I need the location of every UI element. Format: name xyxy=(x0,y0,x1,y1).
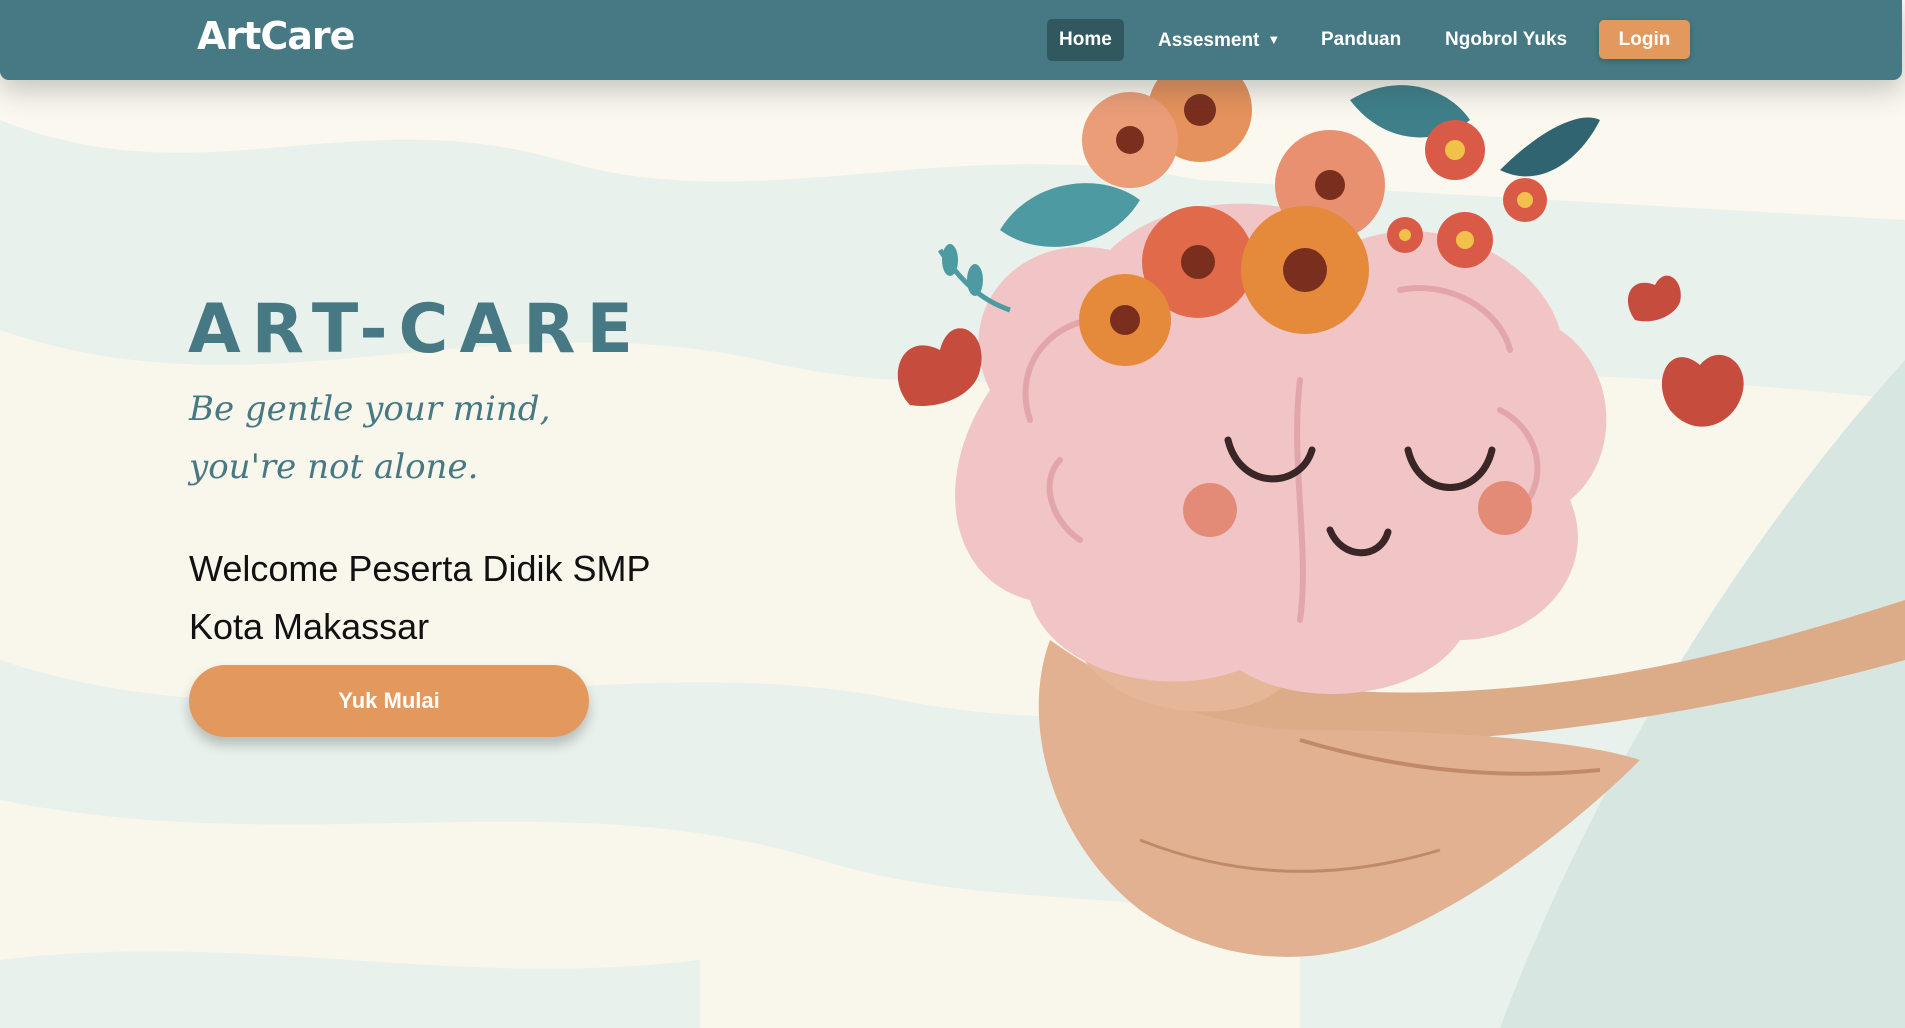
nav-home[interactable]: Home xyxy=(1047,19,1124,61)
nav-assessment-dropdown[interactable]: Assesment ▼ xyxy=(1146,19,1292,61)
welcome-text: Welcome Peserta Didik SMP Kota Makassar xyxy=(189,540,650,656)
nav-panduan[interactable]: Panduan xyxy=(1309,19,1413,61)
tagline-line-1: Be gentle your mind, xyxy=(189,389,551,429)
hero-tagline: Be gentle your mind, you're not alone. xyxy=(189,380,550,496)
nav-ngobrol-yuks[interactable]: Ngobrol Yuks xyxy=(1433,19,1579,61)
tagline-line-2: you're not alone. xyxy=(189,447,479,487)
brand-logo[interactable]: ArtCare xyxy=(197,14,355,58)
nav-assessment-label: Assesment xyxy=(1158,30,1260,51)
welcome-line-1: Welcome Peserta Didik SMP xyxy=(189,548,651,589)
start-button[interactable]: Yuk Mulai xyxy=(189,665,589,737)
hero-title: ART-CARE xyxy=(188,290,644,369)
login-button[interactable]: Login xyxy=(1599,20,1690,59)
top-navbar: ArtCare Home Assesment ▼ Panduan Ngobrol … xyxy=(0,0,1902,80)
welcome-line-2: Kota Makassar xyxy=(189,606,430,647)
brain-in-hands-illustration xyxy=(897,80,1905,957)
caret-down-icon: ▼ xyxy=(1267,32,1281,47)
